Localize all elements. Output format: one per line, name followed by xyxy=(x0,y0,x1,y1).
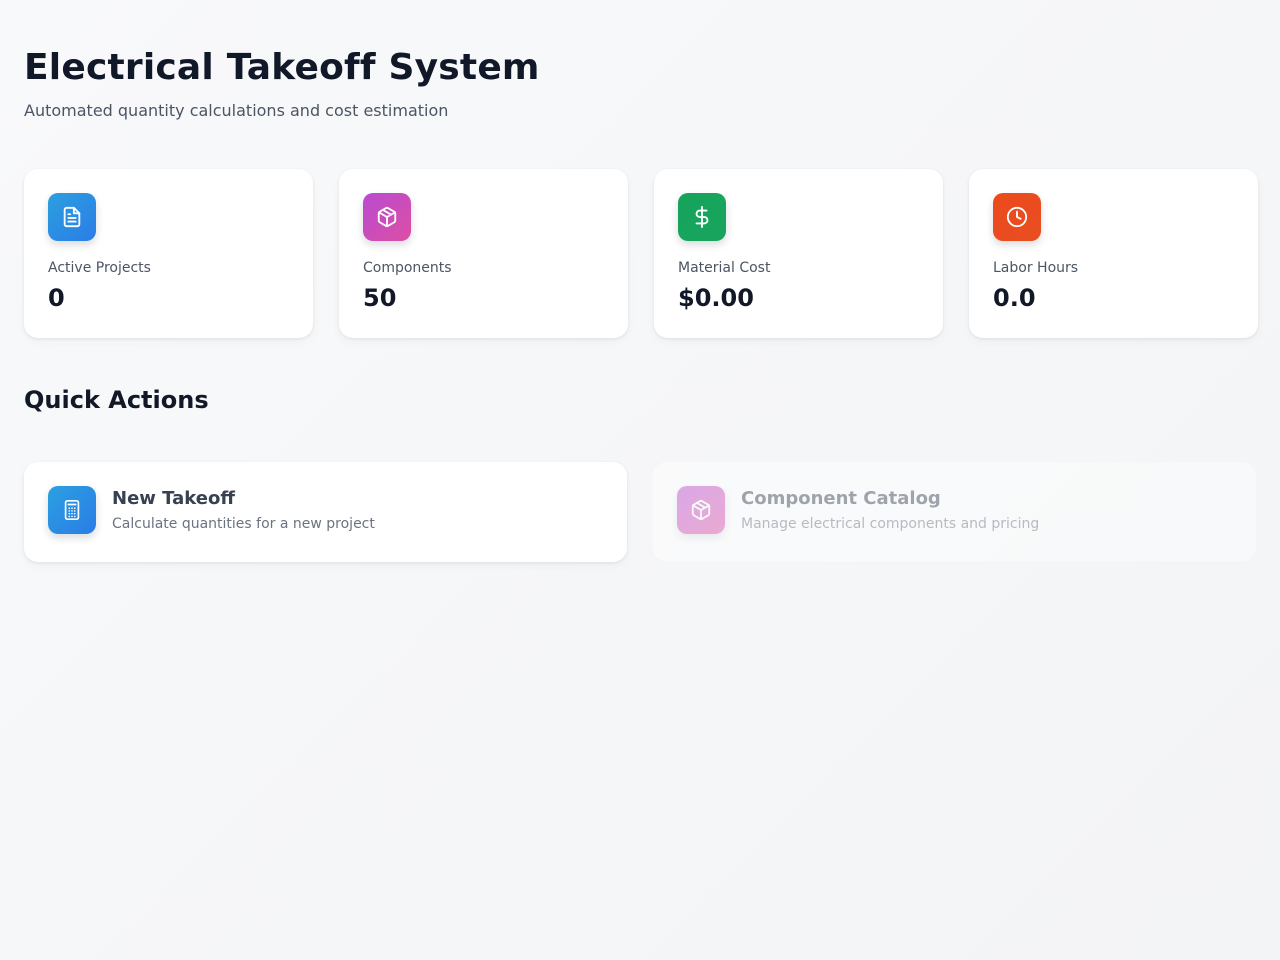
stat-label: Material Cost xyxy=(678,260,771,276)
stat-label: Labor Hours xyxy=(993,260,1079,276)
stat-label: Components xyxy=(363,260,452,276)
action-description: Manage electrical components and pricing xyxy=(741,516,1040,532)
package-icon xyxy=(363,193,411,241)
calculator-icon xyxy=(48,486,96,534)
stat-value: $0.00 xyxy=(678,284,754,312)
action-description: Calculate quantities for a new project xyxy=(112,516,375,532)
package-icon xyxy=(677,486,725,534)
component-catalog-card[interactable]: Component Catalog Manage electrical comp… xyxy=(653,462,1256,562)
stat-card-components: Components 50 xyxy=(339,169,628,338)
action-text: Component Catalog Manage electrical comp… xyxy=(741,486,1039,533)
stat-card-material-cost: Material Cost $0.00 xyxy=(654,169,943,338)
action-text: New Takeoff Calculate quantities for a n… xyxy=(112,486,375,533)
stat-value: 0 xyxy=(48,284,65,312)
stat-card-active-projects: Active Projects 0 xyxy=(24,169,313,338)
stat-value: 50 xyxy=(363,284,397,312)
stat-label: Active Projects xyxy=(48,260,151,276)
new-takeoff-card[interactable]: New Takeoff Calculate quantities for a n… xyxy=(24,462,627,562)
quick-actions-title: Quick Actions xyxy=(24,386,209,414)
action-title: Component Catalog xyxy=(741,488,941,509)
clock-icon xyxy=(993,193,1041,241)
stat-card-labor-hours: Labor Hours 0.0 xyxy=(969,169,1258,338)
document-icon xyxy=(48,193,96,241)
dashboard-page: Electrical Takeoff System Automated quan… xyxy=(0,0,1280,960)
page-title: Electrical Takeoff System xyxy=(24,47,540,88)
action-title: New Takeoff xyxy=(112,488,235,509)
page-header: Electrical Takeoff System Automated quan… xyxy=(24,0,1256,122)
dollar-icon xyxy=(678,193,726,241)
quick-actions: New Takeoff Calculate quantities for a n… xyxy=(24,462,1256,562)
stat-value: 0.0 xyxy=(993,284,1036,312)
stats-row: Active Projects 0 Components 50 Material… xyxy=(24,169,1258,338)
page-subtitle: Automated quantity calculations and cost… xyxy=(24,101,449,120)
